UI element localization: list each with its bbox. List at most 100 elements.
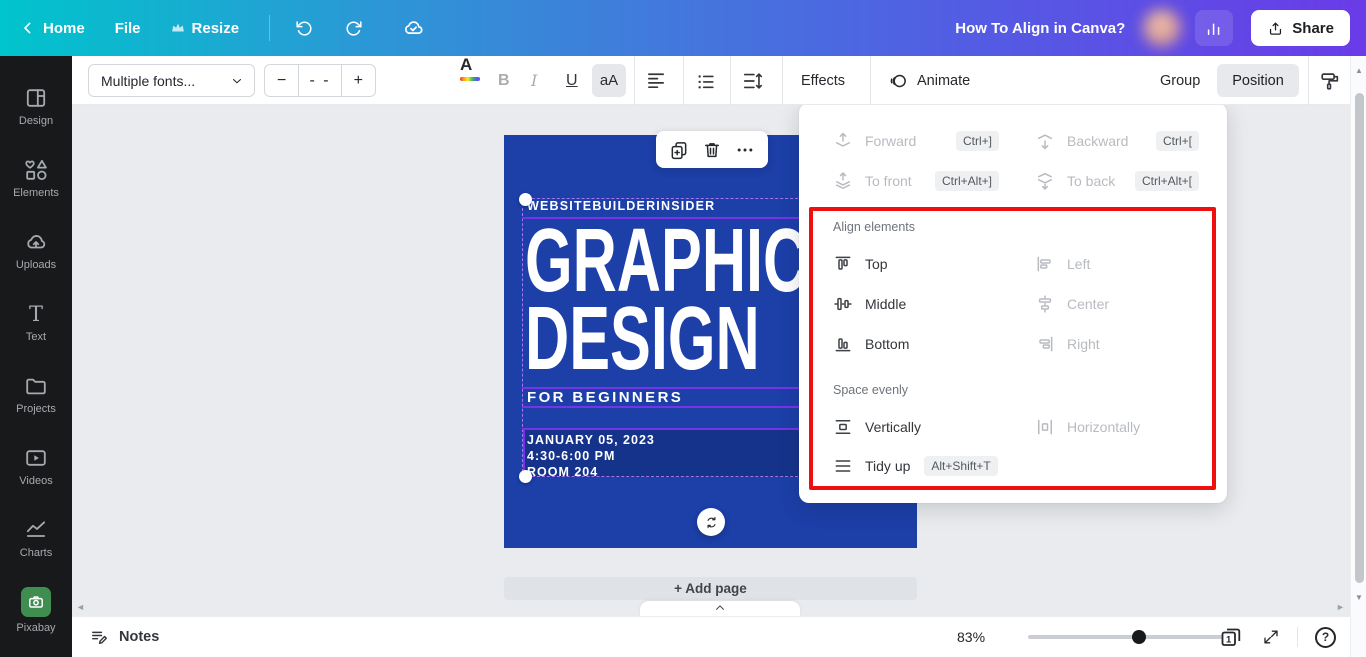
hscroll-right-arrow[interactable]: ►	[1336, 602, 1345, 612]
align-left-icon	[1035, 254, 1055, 274]
elements-icon	[24, 158, 48, 182]
file-menu-button[interactable]: File	[115, 20, 141, 37]
bar-chart-icon	[1204, 18, 1224, 38]
menu-item-align-bottom[interactable]: Bottom	[833, 328, 999, 360]
scrollbar-thumb[interactable]	[1355, 93, 1364, 583]
menu-item-forward: Forward Ctrl+]	[833, 125, 999, 157]
back-button[interactable]: Home	[20, 20, 85, 37]
sidebar-item-videos[interactable]: Videos	[0, 430, 72, 502]
notes-icon	[90, 628, 109, 647]
selection-handle-top[interactable]	[519, 193, 532, 206]
underline-button[interactable]: U	[566, 56, 578, 105]
animate-icon	[888, 71, 908, 91]
align-center-icon	[1035, 294, 1055, 314]
to-back-icon	[1035, 171, 1055, 191]
animate-button[interactable]: Animate	[888, 56, 970, 105]
share-button[interactable]: Share	[1251, 10, 1350, 46]
menu-item-align-top[interactable]: Top	[833, 248, 999, 280]
zoom-slider[interactable]	[1028, 635, 1228, 639]
font-size-increase[interactable]: +	[342, 65, 375, 96]
crown-icon	[171, 22, 185, 34]
uploads-icon	[24, 230, 48, 254]
trash-icon[interactable]	[702, 140, 722, 160]
hscroll-left-arrow[interactable]: ◄	[76, 602, 85, 612]
text-color-button[interactable]: A	[460, 56, 480, 105]
font-size-decrease[interactable]: −	[265, 65, 298, 96]
document-title[interactable]: How To Align in Canva?	[955, 20, 1125, 37]
selection-bounds	[522, 198, 803, 477]
cloud-save-button[interactable]	[402, 17, 425, 40]
sidebar-item-text[interactable]: T Text	[0, 286, 72, 358]
resize-button[interactable]: Resize	[171, 20, 240, 37]
duplicate-icon[interactable]	[669, 140, 689, 160]
menu-item-align-center: Center	[1035, 288, 1199, 320]
shortcut-badge: Ctrl+[	[1156, 131, 1199, 151]
line-chart-icon	[24, 518, 48, 542]
selection-handle-bottom[interactable]	[519, 470, 532, 483]
zoom-percentage: 83%	[957, 629, 985, 645]
divider	[634, 56, 635, 105]
effects-button[interactable]: Effects	[801, 56, 845, 105]
backward-icon	[1035, 131, 1055, 151]
menu-item-align-middle[interactable]: Middle	[833, 288, 999, 320]
bullet-list-icon	[696, 71, 716, 91]
add-page-button[interactable]: + Add page	[504, 577, 917, 600]
menu-item-tidy-up[interactable]: Tidy up Alt+Shift+T	[833, 450, 1053, 482]
group-button[interactable]: Group	[1160, 56, 1200, 105]
vertical-scrollbar[interactable]: ▲ ▼	[1350, 56, 1366, 657]
avatar[interactable]	[1143, 9, 1181, 47]
forward-icon	[833, 131, 853, 151]
rainbow-swatch	[460, 77, 480, 81]
menu-item-space-vertically[interactable]: Vertically	[833, 411, 999, 443]
menu-item-space-horizontally: Horizontally	[1035, 411, 1199, 443]
sidebar-item-design[interactable]: Design	[0, 70, 72, 142]
sidebar-item-projects[interactable]: Projects	[0, 358, 72, 430]
list-button[interactable]	[696, 56, 716, 105]
scroll-up-arrow[interactable]: ▲	[1351, 66, 1366, 75]
text-align-button[interactable]	[646, 56, 667, 105]
sidebar-item-elements[interactable]: Elements	[0, 142, 72, 214]
to-front-icon	[833, 171, 853, 191]
position-button[interactable]: Position	[1217, 64, 1299, 97]
sidebar-item-charts[interactable]: Charts	[0, 502, 72, 574]
redo-button[interactable]	[344, 18, 364, 38]
shortcut-badge: Ctrl+Alt+]	[935, 171, 999, 191]
uppercase-button[interactable]: aA	[592, 64, 626, 97]
home-label: Home	[43, 20, 85, 37]
insights-button[interactable]	[1195, 10, 1233, 46]
font-size-value[interactable]: - -	[298, 65, 341, 96]
sidebar-item-pixabay[interactable]: Pixabay	[0, 574, 72, 646]
menu-item-backward: Backward Ctrl+[	[1035, 125, 1199, 157]
copy-style-button[interactable]	[1319, 56, 1341, 105]
scroll-down-arrow[interactable]: ▼	[1351, 593, 1366, 602]
undo-button[interactable]	[294, 18, 314, 38]
status-bar: Notes 83% 1 ?	[72, 616, 1350, 657]
spacing-button[interactable]	[742, 56, 764, 105]
help-button[interactable]: ?	[1315, 627, 1336, 648]
rotate-icon	[704, 515, 719, 530]
italic-button[interactable]: I	[531, 56, 537, 105]
align-right-icon	[1035, 334, 1055, 354]
divider	[1297, 627, 1298, 647]
fullscreen-icon[interactable]	[1262, 628, 1280, 646]
align-middle-icon	[833, 294, 853, 314]
collapse-footer-tab[interactable]	[640, 601, 800, 616]
folder-icon	[24, 374, 48, 398]
notes-button[interactable]: Notes	[90, 628, 159, 647]
shortcut-badge: Ctrl+Alt+[	[1135, 171, 1199, 191]
zoom-slider-handle[interactable]	[1132, 630, 1146, 644]
sidebar: Design Elements Uploads T Text Projects …	[0, 56, 72, 657]
pixabay-icon	[21, 587, 51, 617]
bold-button[interactable]: B	[498, 56, 510, 105]
more-icon[interactable]	[735, 140, 755, 160]
shortcut-badge: Alt+Shift+T	[924, 456, 997, 476]
pages-icon[interactable]: 1	[1218, 625, 1245, 649]
font-family-select[interactable]: Multiple fonts...	[88, 64, 255, 97]
menu-item-to-front: To front Ctrl+Alt+]	[833, 165, 999, 197]
sidebar-item-uploads[interactable]: Uploads	[0, 214, 72, 286]
align-left-lines-icon	[646, 70, 667, 91]
divider	[782, 56, 783, 105]
rotate-handle[interactable]	[697, 508, 725, 536]
text-icon: T	[29, 302, 43, 326]
chevron-left-icon	[20, 20, 36, 36]
